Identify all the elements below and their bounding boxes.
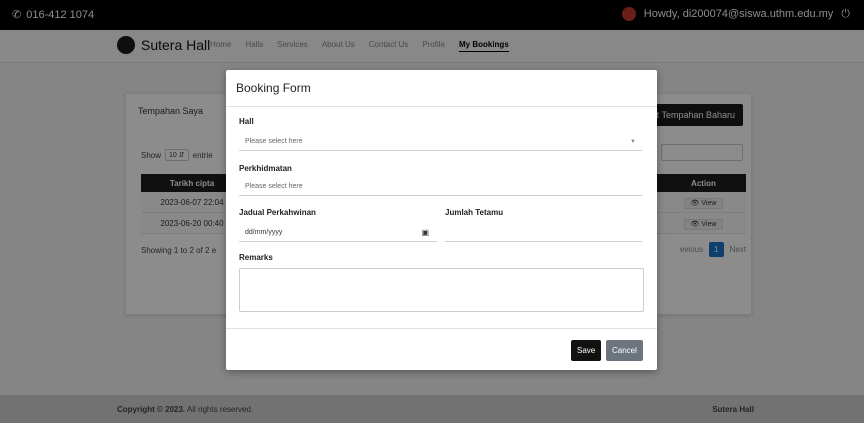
booking-form-modal: Booking Form Hall Please select here ▼ P… <box>226 70 657 370</box>
modal-title: Booking Form <box>236 81 311 95</box>
remarks-label: Remarks <box>239 253 273 262</box>
modal-divider <box>226 328 657 329</box>
service-select[interactable]: Please select here <box>239 179 642 196</box>
cancel-button[interactable]: Cancel <box>606 340 643 361</box>
hall-select[interactable]: Please select here ▼ <box>239 134 642 151</box>
calendar-icon[interactable]: ▣ <box>421 225 429 241</box>
chevron-down-icon: ▼ <box>630 139 636 145</box>
guests-input[interactable] <box>445 225 642 242</box>
wedding-date-input[interactable]: dd/mm/yyyy ▣ <box>239 225 437 242</box>
hall-label: Hall <box>239 117 254 126</box>
service-label: Perkhidmatan <box>239 164 292 173</box>
save-button[interactable]: Save <box>571 340 602 361</box>
date-label: Jadual Perkahwinan <box>239 208 316 217</box>
modal-header: Booking Form <box>226 70 657 107</box>
guests-label: Jumlah Tetamu <box>445 208 504 217</box>
remarks-textarea[interactable] <box>239 268 644 312</box>
